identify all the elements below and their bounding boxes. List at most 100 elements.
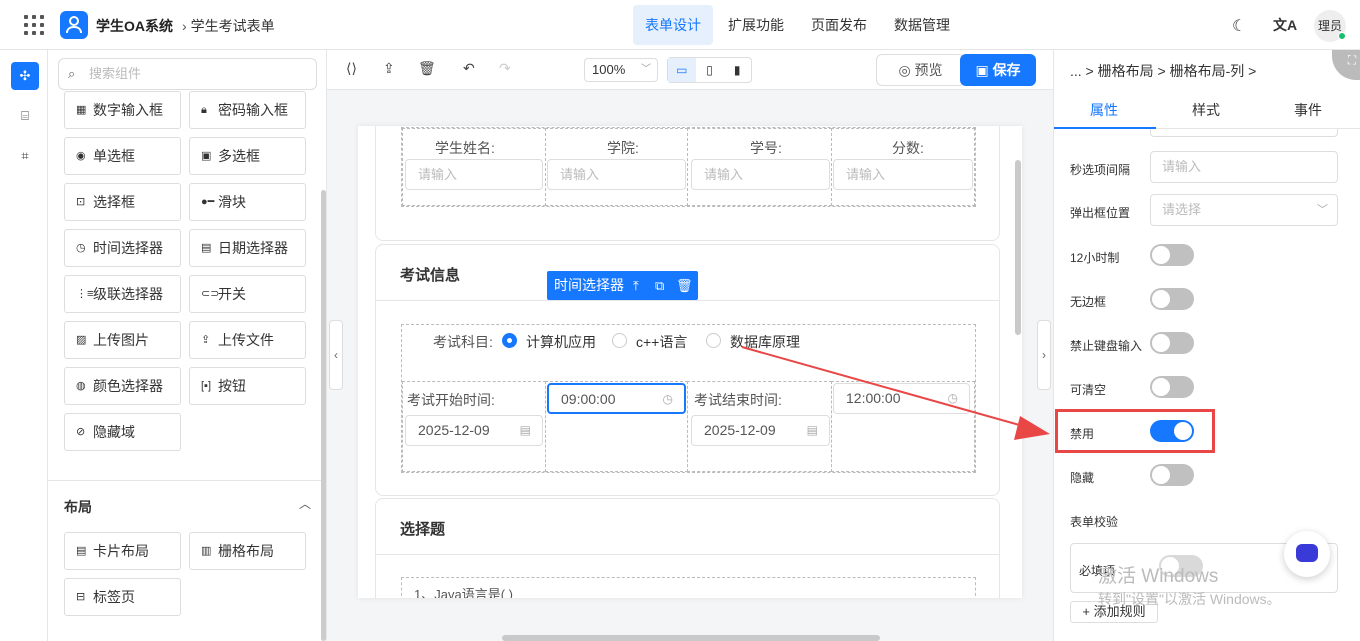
tabs-icon: ⊟ <box>76 591 86 603</box>
nav-data-management[interactable]: 数据管理 <box>882 5 962 45</box>
component-label: 隐藏域 <box>93 424 135 440</box>
layout-section-header[interactable]: 布局 ︿ <box>48 480 327 530</box>
properties-breadcrumb[interactable]: ... > 栅格布局 > 栅格布局-列 > <box>1070 61 1256 81</box>
college-input[interactable]: 请输入 <box>547 159 686 190</box>
export-icon[interactable]: ⇪ <box>383 60 395 77</box>
component-date-picker[interactable]: ▤ 日期选择器 <box>189 229 306 267</box>
component-cascader[interactable]: ⋮≡ 级联选择器 <box>64 275 181 313</box>
nav-extensions[interactable]: 扩展功能 <box>716 5 796 45</box>
move-up-icon[interactable]: ⤒ <box>633 271 639 300</box>
canvas-vertical-scrollbar[interactable] <box>1015 160 1021 335</box>
component-label: 日期选择器 <box>218 240 288 256</box>
code-view-icon[interactable]: ⟨⟩ <box>346 60 357 77</box>
component-hidden-field[interactable]: ⊘ 隐藏域 <box>64 413 181 451</box>
tab-events[interactable]: 事件 <box>1294 100 1322 120</box>
collapse-right-panel-button[interactable]: › <box>1037 320 1051 390</box>
student-name-input[interactable]: 请输入 <box>405 159 543 190</box>
component-button[interactable]: [▪] 按钮 <box>189 367 306 405</box>
component-number-input[interactable]: ▦ 数字输入框 <box>64 91 181 129</box>
component-checkbox[interactable]: ▣ 多选框 <box>189 137 306 175</box>
component-switch[interactable]: ⊂⊃ 开关 <box>189 275 306 313</box>
score-input[interactable]: 请输入 <box>833 159 973 190</box>
component-label: 卡片布局 <box>93 543 149 559</box>
undo-icon[interactable]: ↶ <box>463 60 475 77</box>
exam-grid[interactable]: 考试科目: 计算机应用 c++语言 数据库原理 考试开始时间: 2025-12-… <box>401 324 976 473</box>
chevron-up-icon[interactable]: ︿ <box>299 495 311 512</box>
top-bar: 学生OA系统 › 学生考试表单 表单设计 扩展功能 页面发布 数据管理 ☾ 文A … <box>0 0 1360 50</box>
student-id-input[interactable]: 请输入 <box>691 159 830 190</box>
component-radio[interactable]: ◉ 单选框 <box>64 137 181 175</box>
form-paper: 学生姓名: 学院: 学号: 分数: 请输入 请输入 请输入 请输入 考试信息 考… <box>358 126 1022 598</box>
toggle-label-clearable: 可清空 <box>1070 383 1107 397</box>
tab-properties[interactable]: 属性 <box>1090 100 1118 120</box>
tree-icon[interactable]: ⌗ <box>11 142 39 170</box>
puzzle-icon[interactable]: ✣ <box>11 62 39 90</box>
component-time-picker[interactable]: ◷ 时间选择器 <box>64 229 181 267</box>
component-tabs[interactable]: ⊟ 标签页 <box>64 578 181 616</box>
chevron-down-icon: ﹀ <box>641 64 651 75</box>
desktop-icon[interactable]: ▭ <box>668 58 696 82</box>
component-card-layout[interactable]: ▤ 卡片布局 <box>64 532 181 570</box>
toggle-12h[interactable] <box>1150 244 1194 266</box>
start-date-picker[interactable]: 2025-12-09 ▤ <box>405 415 543 446</box>
question-grid[interactable]: 1、Java语言是( ) <box>401 577 976 598</box>
component-grid-layout[interactable]: ▥ 栅格布局 <box>189 532 306 570</box>
component-label: 时间选择器 <box>93 240 163 256</box>
nav-form-design[interactable]: 表单设计 <box>633 5 713 45</box>
toggle-no-keyboard[interactable] <box>1150 332 1194 354</box>
tab-style[interactable]: 样式 <box>1192 100 1220 120</box>
subject-radio-computer[interactable] <box>502 333 517 348</box>
left-panel-scrollbar[interactable] <box>321 190 326 641</box>
tablet-icon[interactable]: ▯ <box>696 58 724 82</box>
breadcrumb[interactable]: › 学生考试表单 <box>182 16 275 36</box>
start-time-picker[interactable]: 09:00:00 ◷ <box>547 383 686 414</box>
zoom-select[interactable]: 100% ﹀ <box>584 58 658 82</box>
switch-icon: ⊂⊃ <box>201 288 220 300</box>
highlight-box <box>1055 409 1215 453</box>
component-upload-image[interactable]: ▨ 上传图片 <box>64 321 181 359</box>
end-time-picker[interactable]: 12:00:00 ◷ <box>833 383 970 414</box>
mobile-icon[interactable]: ▮ <box>723 58 751 82</box>
popup-position-select[interactable]: 请选择 ﹀ <box>1150 194 1338 226</box>
selected-component-toolbar[interactable]: 时间选择器 ⤒ ⧉ 🗑︎ <box>547 271 698 300</box>
component-select[interactable]: ⊡ 选择框 <box>64 183 181 221</box>
search-input[interactable]: ⌕ 搜索组件 <box>58 58 317 90</box>
canvas-horizontal-scrollbar[interactable] <box>502 635 880 641</box>
student-grid[interactable]: 学生姓名: 学院: 学号: 分数: 请输入 请输入 请输入 请输入 <box>401 127 976 207</box>
fullscreen-icon[interactable]: ⛶ <box>1332 50 1360 80</box>
trash-icon[interactable]: 🗑︎ <box>418 60 436 77</box>
canvas-toolbar: ⟨⟩ ⇪ 🗑︎ ↶ ↷ 100% ﹀ ▭ ▯ ▮ ◎ 预览 ▣ 保存 <box>327 50 1053 90</box>
toggle-borderless[interactable] <box>1150 288 1194 310</box>
redo-icon[interactable]: ↷ <box>499 60 511 77</box>
component-slider[interactable]: ●━ 滑块 <box>189 183 306 221</box>
online-status-dot <box>1338 32 1346 40</box>
subject-option-computer: 计算机应用 <box>526 334 596 350</box>
component-color-picker[interactable]: ◍ 颜色选择器 <box>64 367 181 405</box>
collapse-left-panel-button[interactable]: ‹ <box>329 320 343 390</box>
toggle-clearable[interactable] <box>1150 376 1194 398</box>
chevron-right-icon: › <box>182 18 187 34</box>
score-label: 分数: <box>892 140 924 156</box>
toggle-hidden[interactable] <box>1150 464 1194 486</box>
nav-publish[interactable]: 页面发布 <box>799 5 879 45</box>
subject-radio-cpp[interactable] <box>612 333 627 348</box>
component-password-input[interactable]: 🔒︎ 密码输入框 <box>189 91 306 129</box>
save-button[interactable]: ▣ 保存 <box>960 54 1036 86</box>
translate-icon[interactable]: 文A <box>1273 15 1297 35</box>
chat-bot-button[interactable] <box>1284 531 1330 577</box>
toggle-label-hidden: 隐藏 <box>1070 471 1095 485</box>
moon-icon[interactable]: ☾ <box>1232 16 1246 36</box>
preview-button[interactable]: ◎ 预览 <box>876 54 965 86</box>
avatar[interactable]: 理员 <box>1314 10 1346 42</box>
copy-icon[interactable]: ⧉ <box>655 271 664 300</box>
trash-icon[interactable]: 🗑︎ <box>676 271 693 300</box>
component-label: 密码输入框 <box>218 102 288 118</box>
second-step-input[interactable]: 请输入 <box>1150 151 1338 183</box>
code-icon[interactable]: ⌸ <box>11 102 39 130</box>
end-date-picker[interactable]: 2025-12-09 ▤ <box>691 415 830 446</box>
component-upload-file[interactable]: ⇪ 上传文件 <box>189 321 306 359</box>
apps-grid-icon[interactable] <box>24 15 44 35</box>
activation-watermark-title: 激活 Windows <box>1098 566 1219 587</box>
subject-radio-database[interactable] <box>706 333 721 348</box>
subject-label: 考试科目: <box>433 334 493 350</box>
